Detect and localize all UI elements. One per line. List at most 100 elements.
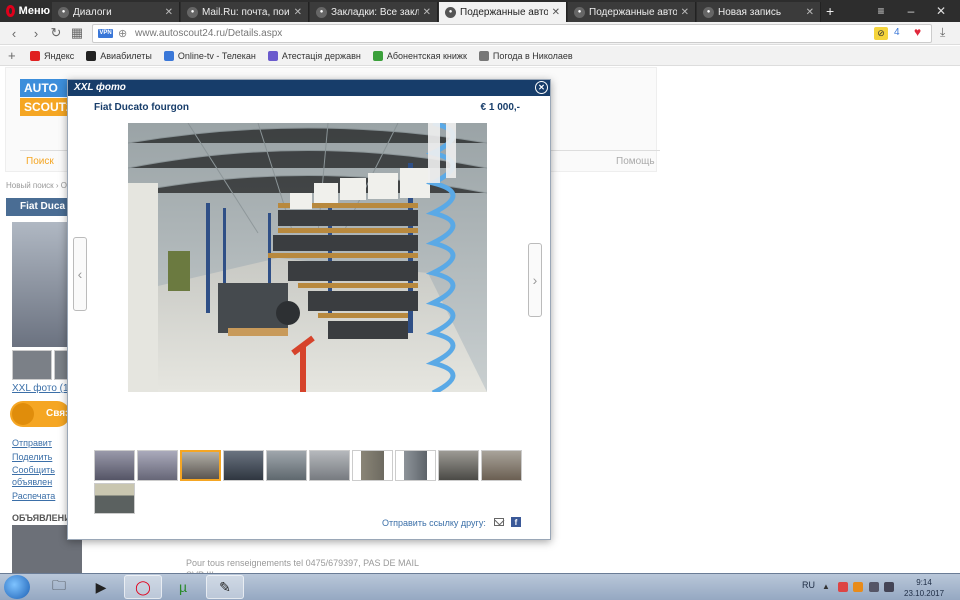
tab-mailru[interactable]: ● Mail.Ru: почта, поиск в и ✕: [181, 2, 309, 22]
browser-tab-strip: Меню ● Диалоги ✕ ● Mail.Ru: почта, поиск…: [0, 0, 960, 22]
mail-icon: [12, 403, 34, 425]
listing-main-photo[interactable]: [12, 222, 72, 347]
tab-menu-icon[interactable]: ≡: [866, 0, 896, 22]
email-icon[interactable]: [494, 518, 504, 526]
close-icon[interactable]: ✕: [806, 7, 814, 18]
tab-favicon-icon: ●: [58, 6, 69, 18]
opera-menu-button[interactable]: Меню: [0, 0, 50, 22]
thumbnail[interactable]: [94, 450, 135, 481]
tab-favicon-icon: ●: [574, 6, 585, 18]
thumbnail-selected[interactable]: [180, 450, 221, 481]
url-text: www.autoscout24.ru/Details.aspx: [135, 28, 283, 39]
next-photo-arrow-icon[interactable]: ›: [528, 243, 542, 317]
bookmark-yandex[interactable]: Яндекс: [30, 50, 74, 61]
bookmark-weather[interactable]: Погода в Николаев: [478, 50, 573, 61]
clock-date: 23.10.2017: [904, 589, 945, 598]
thumbnail[interactable]: [137, 450, 178, 481]
back-icon[interactable]: ‹: [6, 25, 22, 41]
minimize-icon[interactable]: –: [896, 0, 926, 22]
close-icon[interactable]: ✕: [681, 7, 689, 18]
extension-counter[interactable]: 4: [894, 27, 900, 38]
start-button-icon[interactable]: [4, 575, 30, 599]
close-window-icon[interactable]: ✕: [926, 0, 956, 22]
new-tab-button[interactable]: +: [826, 3, 834, 19]
bookmark-abonent[interactable]: Абонентская книжк: [372, 50, 467, 61]
listing-description: Pour tous renseignements tel 0475/679397…: [186, 558, 419, 573]
system-clock[interactable]: 9:14 23.10.2017: [904, 577, 944, 599]
thumbnail[interactable]: [395, 450, 436, 481]
download-icon[interactable]: ⤓: [940, 25, 945, 40]
utorrent-icon[interactable]: µ: [164, 575, 202, 599]
language-indicator[interactable]: RU: [802, 580, 815, 590]
tab-favicon-icon: ●: [703, 6, 714, 18]
report-link[interactable]: Сообщить: [12, 465, 55, 475]
vehicle-title: Fiat Ducato fourgon: [94, 102, 189, 113]
thumbnail[interactable]: [481, 450, 522, 481]
close-icon[interactable]: ✕: [165, 7, 173, 18]
media-player-icon[interactable]: ▶: [82, 575, 120, 599]
close-icon[interactable]: ✕: [294, 7, 302, 18]
thumbnail[interactable]: [223, 450, 264, 481]
print-link[interactable]: Распечата: [12, 491, 55, 501]
xxl-photo-dialog: XXL фото ✕ Fiat Ducato fourgon € 1 000,-…: [67, 79, 551, 540]
share-link[interactable]: Поделить: [12, 452, 52, 462]
facebook-icon[interactable]: f: [511, 517, 521, 527]
thumbnail[interactable]: [438, 450, 479, 481]
bookmark-icon: [163, 50, 174, 61]
bookmark-icon: [267, 50, 278, 61]
url-field[interactable]: VPN ⊕ www.autoscout24.ru/Details.aspx ⊘ …: [92, 24, 932, 43]
speed-dial-icon[interactable]: ▦: [69, 25, 85, 41]
bookmark-icon: [30, 50, 40, 61]
tray-app-icon[interactable]: [869, 582, 879, 592]
thumbnail[interactable]: [352, 450, 393, 481]
share-with-friend-label[interactable]: Отправить ссылку другу:: [382, 518, 486, 528]
windows-taskbar: 🗀 ▶ ◯ µ ✎ RU ▲ 9:14 23.10.2017: [0, 573, 960, 600]
close-icon[interactable]: ✕: [535, 81, 548, 94]
close-icon[interactable]: ✕: [552, 7, 560, 18]
address-bar: ‹ › ↻ ▦ VPN ⊕ www.autoscout24.ru/Details…: [0, 22, 960, 45]
main-photo: [128, 123, 487, 392]
tray-app-icon[interactable]: [838, 582, 848, 592]
tab-used-cars[interactable]: ● Подержанные автомоби ✕: [568, 2, 696, 22]
tab-dialogs[interactable]: ● Диалоги ✕: [52, 2, 180, 22]
dialog-title: XXL фото: [74, 82, 126, 93]
network-icon[interactable]: [884, 582, 894, 592]
bookmark-aviabilety[interactable]: Авиабилеты: [86, 50, 152, 61]
breadcrumb[interactable]: Новый поиск › О: [6, 181, 67, 190]
bookmark-online-tv[interactable]: Online-tv - Телекан: [163, 50, 256, 61]
bookmarks-bar: + Яндекс Авиабилеты Online-tv - Телекан …: [0, 46, 960, 66]
adblock-icon[interactable]: ⊘: [874, 27, 888, 40]
tab-used-cars-active[interactable]: ● Подержанные автомоби ✕: [439, 2, 567, 22]
contact-seller-button[interactable]: Связ: [10, 401, 70, 427]
tray-app-icon[interactable]: [853, 582, 863, 592]
opera-taskbar-icon[interactable]: ◯: [124, 575, 162, 599]
tab-favicon-icon: ●: [187, 6, 198, 18]
tab-bookmarks[interactable]: ● Закладки: Все закладки ✕: [310, 2, 438, 22]
reload-icon[interactable]: ↻: [48, 25, 64, 41]
nav-help-link[interactable]: Помощь: [616, 156, 655, 167]
send-link[interactable]: Отправит: [12, 438, 52, 448]
close-icon[interactable]: ✕: [423, 7, 431, 18]
xxl-photo-link[interactable]: XXL фото (1: [12, 383, 69, 394]
leaf-icon: [372, 50, 383, 61]
site-logo-auto[interactable]: AUTO: [20, 79, 70, 97]
tab-new-post[interactable]: ● Новая запись ✕: [697, 2, 821, 22]
opera-logo-icon: [6, 5, 15, 17]
thumbnail[interactable]: [309, 450, 350, 481]
plane-icon: [86, 50, 97, 61]
tray-arrow-icon[interactable]: ▲: [822, 582, 832, 592]
paint-icon[interactable]: ✎: [206, 575, 244, 599]
nav-search-link[interactable]: Поиск: [26, 156, 54, 167]
vpn-badge[interactable]: VPN: [98, 29, 113, 38]
bookmark-atestatsiya[interactable]: Атестація державн: [267, 50, 361, 61]
thumbnail[interactable]: [266, 450, 307, 481]
listing-thumb[interactable]: [12, 350, 52, 380]
report-link-cont[interactable]: объявлен: [12, 477, 52, 487]
heart-icon[interactable]: ♥: [914, 25, 921, 39]
site-logo-scout[interactable]: SCOUT24: [20, 98, 79, 116]
prev-photo-arrow-icon[interactable]: ‹: [73, 237, 87, 311]
thumbnail[interactable]: [94, 483, 135, 514]
explorer-icon[interactable]: 🗀: [40, 575, 78, 599]
add-bookmark-icon[interactable]: +: [8, 48, 30, 63]
forward-icon[interactable]: ›: [28, 25, 44, 41]
